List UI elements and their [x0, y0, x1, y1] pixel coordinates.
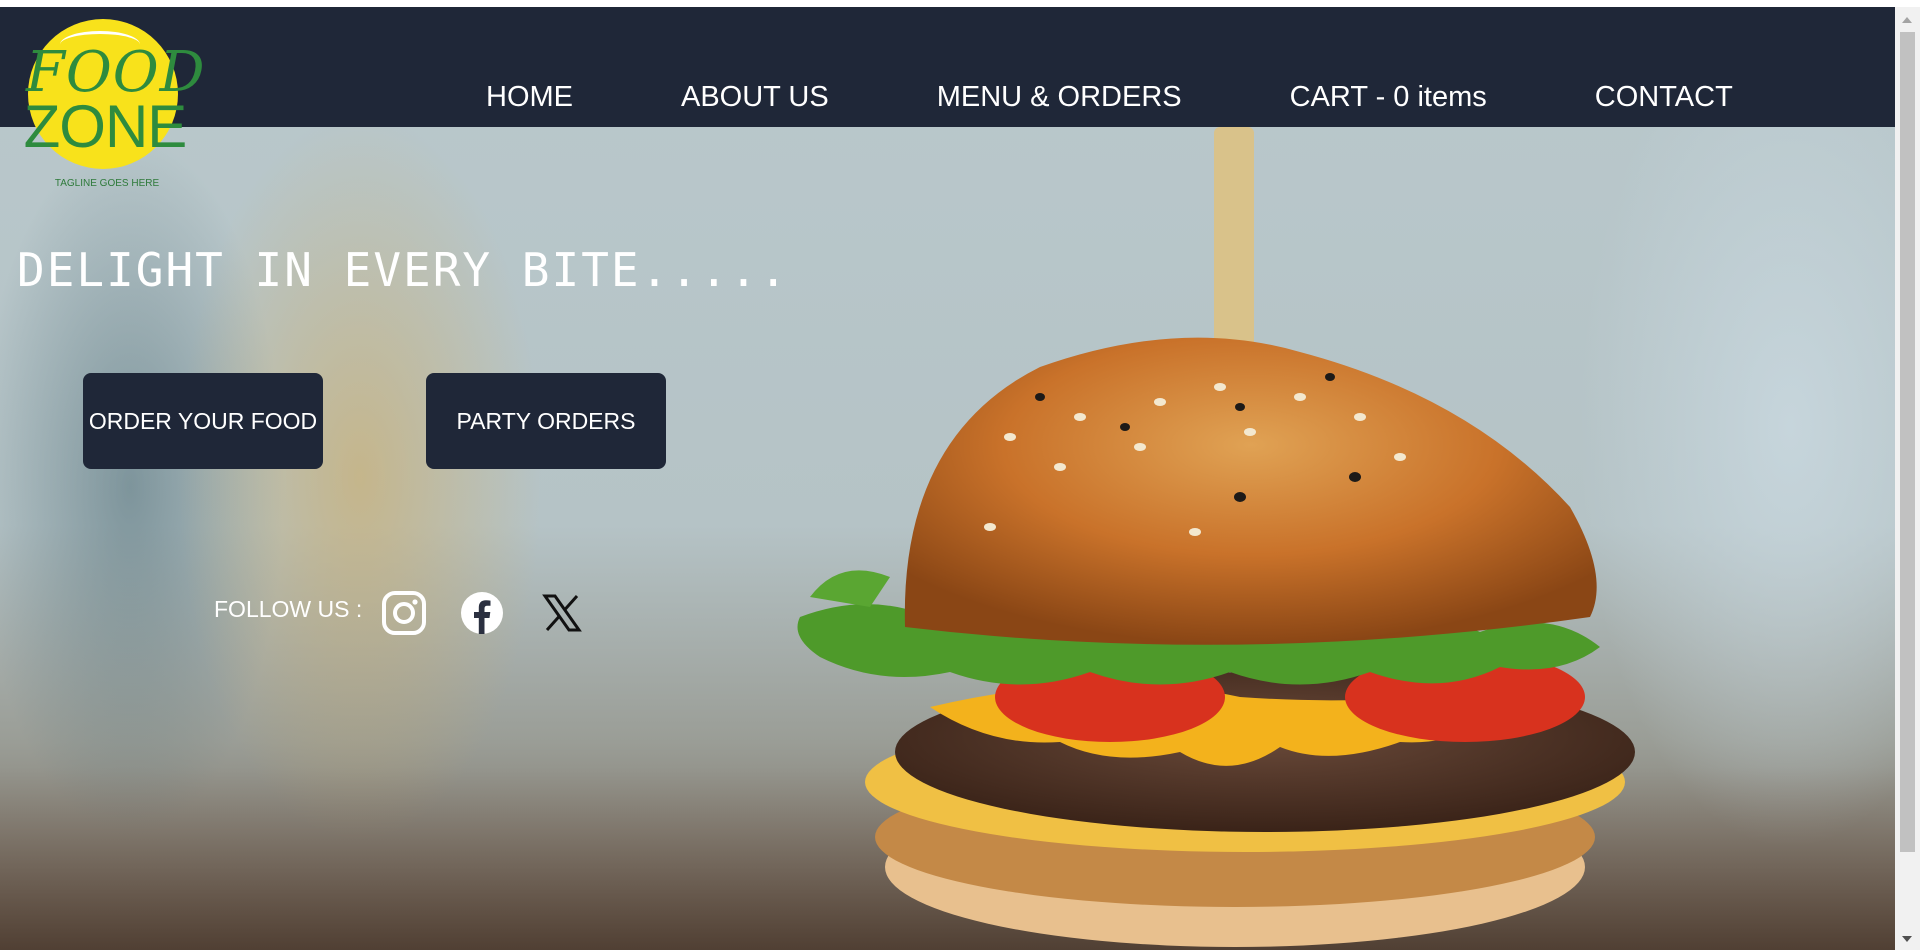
navbar: HOME ABOUT US MENU & ORDERS CART - 0 ite…	[0, 7, 1895, 127]
food-zone-logo[interactable]: FOOD ZONE TAGLINE GOES HERE	[22, 19, 205, 197]
party-orders-button[interactable]: PARTY ORDERS	[426, 373, 666, 469]
nav-home[interactable]: HOME	[486, 73, 573, 121]
instagram-icon[interactable]	[381, 590, 427, 636]
nav-contact[interactable]: CONTACT	[1595, 73, 1733, 121]
logo-word-zone: ZONE	[23, 93, 188, 160]
main-nav: HOME ABOUT US MENU & ORDERS CART - 0 ite…	[486, 73, 1733, 121]
facebook-icon[interactable]	[459, 590, 505, 636]
burger-image	[0, 127, 1895, 950]
order-your-food-button[interactable]: ORDER YOUR FOOD	[83, 373, 323, 469]
vertical-scrollbar[interactable]	[1895, 7, 1920, 950]
scroll-up-arrow-icon[interactable]	[1902, 17, 1912, 23]
scroll-down-arrow-icon[interactable]	[1902, 936, 1912, 942]
x-icon[interactable]	[539, 590, 585, 636]
hero-title: DELIGHT IN EVERY BITE.....	[17, 243, 790, 297]
logo-tagline: TAGLINE GOES HERE	[54, 178, 160, 189]
follow-us-label: FOLLOW US :	[214, 596, 363, 622]
hero-background	[0, 7, 1895, 950]
page: HOME ABOUT US MENU & ORDERS CART - 0 ite…	[0, 7, 1895, 950]
nav-cart[interactable]: CART - 0 items	[1290, 73, 1487, 121]
nav-menu-orders[interactable]: MENU & ORDERS	[937, 73, 1182, 121]
scrollbar-thumb[interactable]	[1900, 32, 1915, 852]
nav-about-us[interactable]: ABOUT US	[681, 73, 829, 121]
